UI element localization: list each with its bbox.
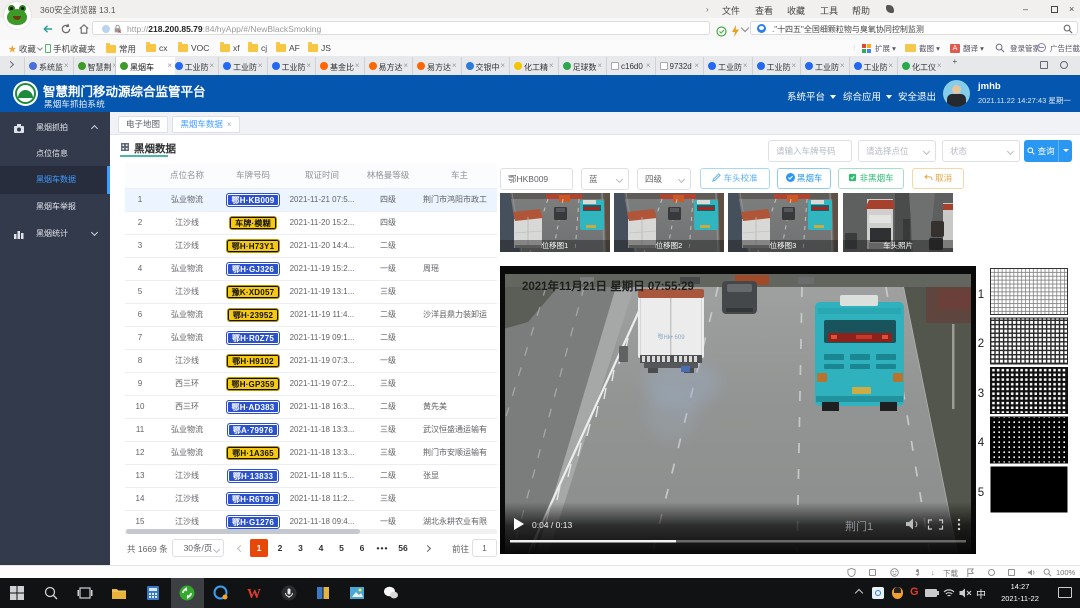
svg-text:鄂Hk• 609: 鄂Hk• 609 [657, 333, 685, 341]
svg-text:0:04 / 0:13: 0:04 / 0:13 [532, 520, 572, 530]
svg-text:×: × [118, 29, 122, 33]
svg-text:2021年11月21日 星期日 07:55:29: 2021年11月21日 星期日 07:55:29 [522, 279, 694, 293]
svg-text:荆门1: 荆门1 [845, 519, 873, 533]
